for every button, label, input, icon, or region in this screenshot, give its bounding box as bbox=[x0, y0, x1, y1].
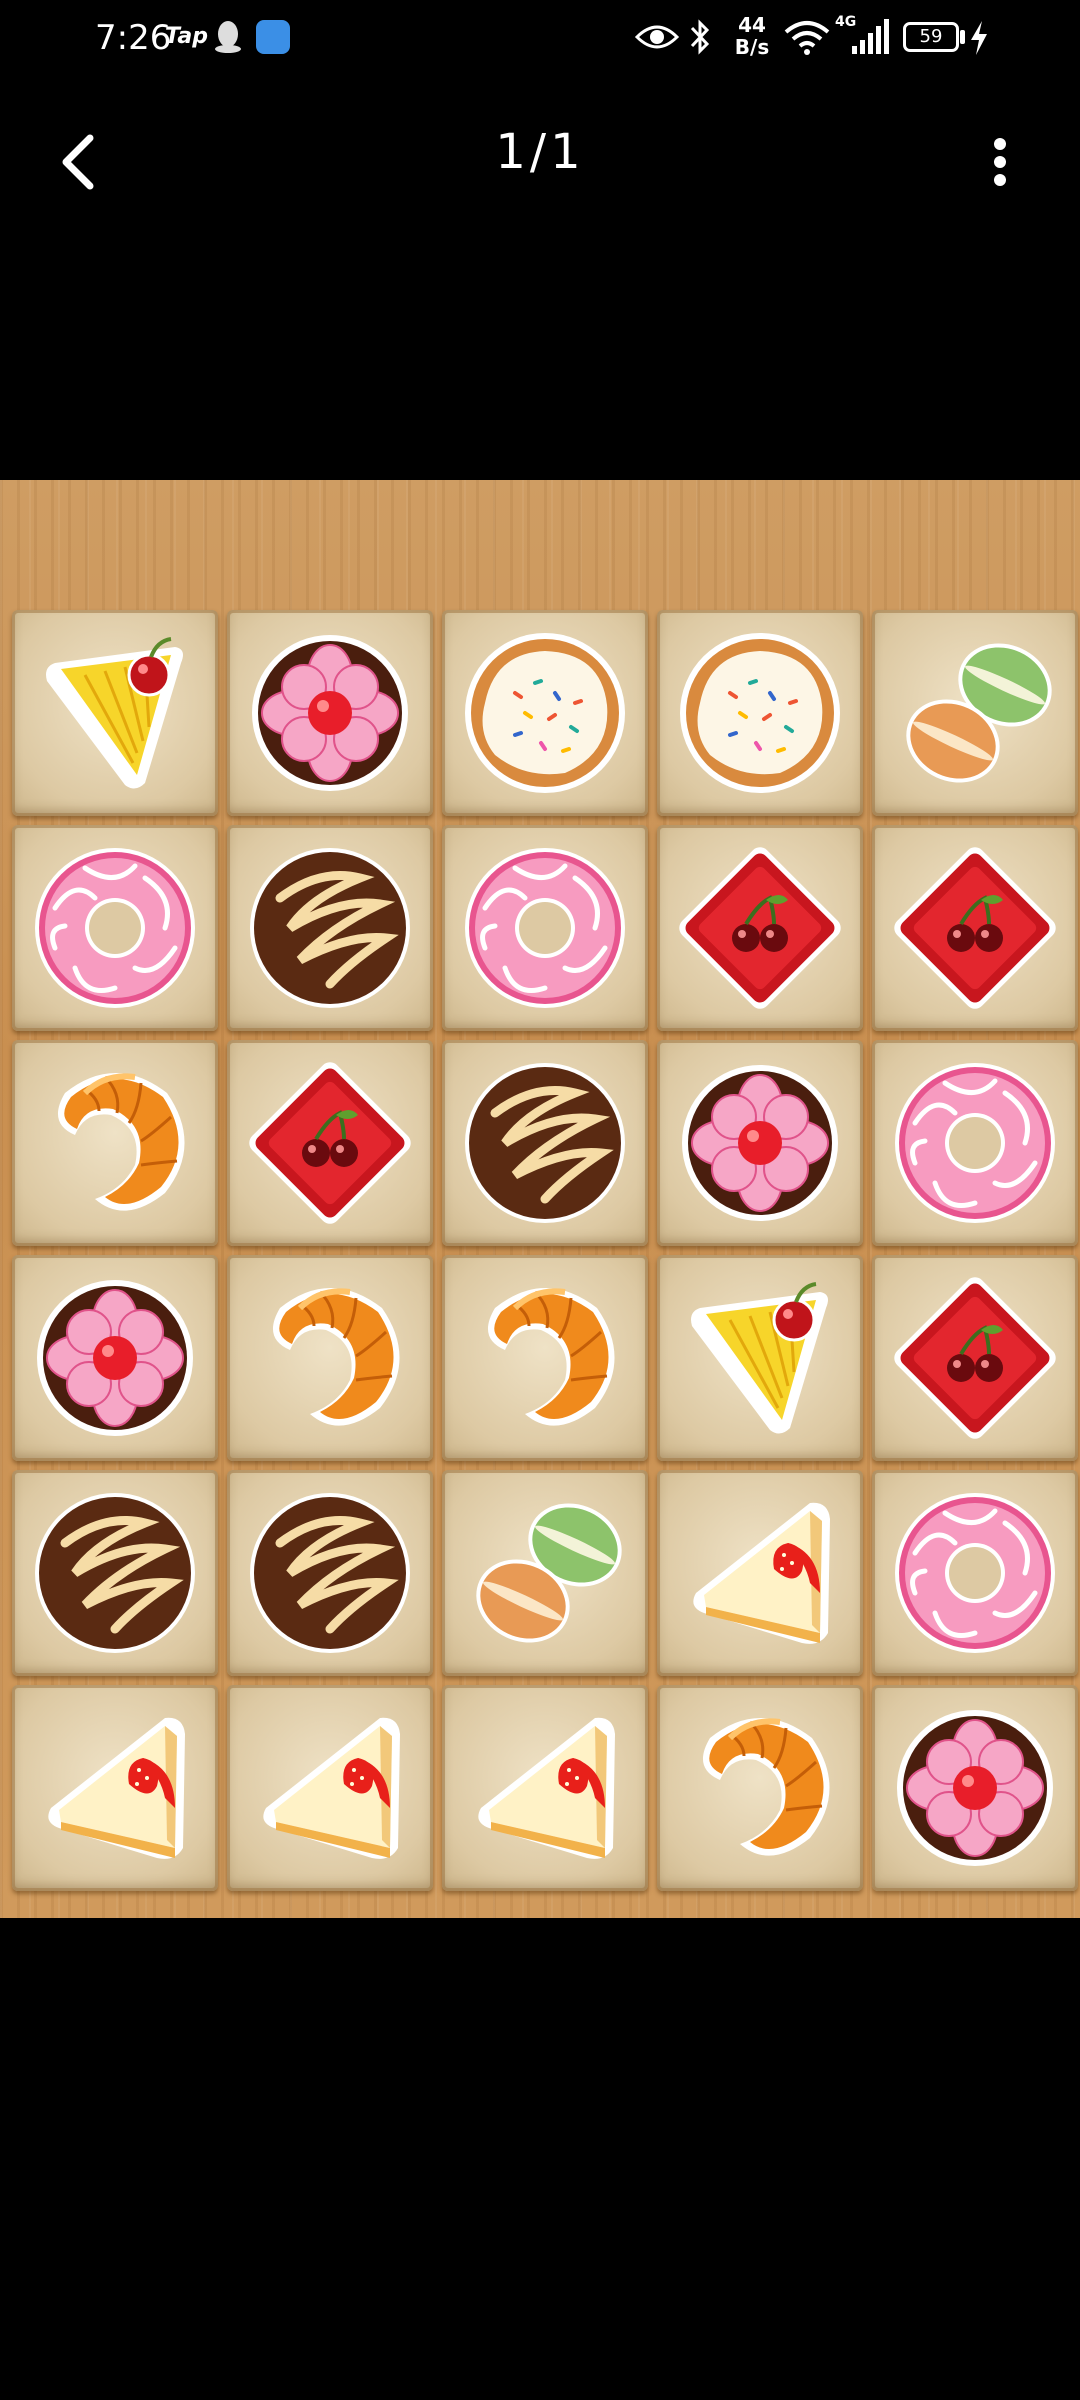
status-app-label: Tap bbox=[165, 24, 208, 49]
tile-macarons[interactable] bbox=[872, 610, 1078, 816]
strawberry-cheesecake-icon bbox=[263, 1717, 400, 1859]
macarons-icon bbox=[476, 1503, 622, 1643]
flower-tart-icon bbox=[37, 1280, 193, 1436]
page-counter: 1/1 bbox=[495, 124, 585, 180]
sprinkle-cookie-icon bbox=[465, 633, 625, 793]
macarons-icon bbox=[906, 643, 1052, 783]
tile-croissant[interactable] bbox=[442, 1255, 648, 1461]
tile-flower-tart[interactable] bbox=[872, 1685, 1078, 1891]
strawberry-cheesecake-icon bbox=[478, 1717, 615, 1859]
croissant-icon bbox=[57, 1073, 185, 1211]
tile-croissant[interactable] bbox=[657, 1685, 863, 1891]
croissant-icon bbox=[702, 1718, 830, 1856]
strawberry-cheesecake-icon bbox=[48, 1717, 186, 1859]
tile-pink-donut[interactable] bbox=[872, 1040, 1078, 1246]
tile-pink-donut[interactable] bbox=[442, 825, 648, 1031]
tile-croissant[interactable] bbox=[12, 1040, 218, 1246]
tile-macarons[interactable] bbox=[442, 1470, 648, 1676]
tile-cherry-jelly[interactable] bbox=[872, 825, 1078, 1031]
wifi-icon bbox=[784, 21, 830, 55]
chocolate-cookie-icon bbox=[465, 1063, 625, 1223]
croissant-icon bbox=[272, 1288, 400, 1426]
tile-chocolate-cookie[interactable] bbox=[227, 825, 433, 1031]
bluetooth-icon bbox=[690, 19, 710, 55]
qq-penguin-icon bbox=[215, 21, 241, 53]
tile-sprinkle-cookie[interactable] bbox=[442, 610, 648, 816]
status-bar: 7:26 Tap 44 B/s 4G 59 bbox=[0, 0, 1080, 80]
pineapple-cake-icon bbox=[46, 637, 183, 789]
flower-tart-icon bbox=[252, 635, 408, 791]
tile-strawberry-cheesecake[interactable] bbox=[657, 1470, 863, 1676]
network-speed-unit: B/s bbox=[734, 35, 770, 59]
tile-pineapple-cake[interactable] bbox=[12, 610, 218, 816]
pink-donut-icon bbox=[895, 1493, 1055, 1653]
tile-croissant[interactable] bbox=[227, 1255, 433, 1461]
tile-strawberry-cheesecake[interactable] bbox=[227, 1685, 433, 1891]
flower-tart-icon bbox=[897, 1710, 1053, 1866]
tile-flower-tart[interactable] bbox=[657, 1040, 863, 1246]
signal-icon bbox=[852, 19, 889, 54]
croissant-icon bbox=[487, 1288, 615, 1426]
status-time: 7:26 bbox=[95, 18, 172, 58]
battery-cap bbox=[960, 30, 965, 44]
tile-strawberry-cheesecake[interactable] bbox=[442, 1685, 648, 1891]
tile-chocolate-cookie[interactable] bbox=[442, 1040, 648, 1246]
tile-flower-tart[interactable] bbox=[12, 1255, 218, 1461]
sprinkle-cookie-icon bbox=[680, 633, 840, 793]
tile-chocolate-cookie[interactable] bbox=[12, 1470, 218, 1676]
eye-icon bbox=[635, 25, 679, 49]
tile-pink-donut[interactable] bbox=[12, 825, 218, 1031]
tile-sprinkle-cookie[interactable] bbox=[657, 610, 863, 816]
battery-indicator: 59 bbox=[903, 22, 959, 52]
strawberry-cheesecake-icon bbox=[693, 1502, 830, 1644]
pink-donut-icon bbox=[35, 848, 195, 1008]
pineapple-cake-icon bbox=[691, 1282, 828, 1434]
game-board bbox=[0, 480, 1080, 1918]
more-options-button[interactable] bbox=[980, 130, 1020, 194]
tile-pineapple-cake[interactable] bbox=[657, 1255, 863, 1461]
tile-flower-tart[interactable] bbox=[227, 610, 433, 816]
network-speed-value: 44 bbox=[738, 13, 766, 37]
cherry-jelly-icon bbox=[679, 847, 841, 1009]
cherry-jelly-icon bbox=[894, 847, 1056, 1009]
back-button[interactable] bbox=[50, 130, 110, 194]
pink-donut-icon bbox=[465, 848, 625, 1008]
tile-cherry-jelly[interactable] bbox=[872, 1255, 1078, 1461]
chocolate-cookie-icon bbox=[250, 1493, 410, 1653]
tile-pink-donut[interactable] bbox=[872, 1470, 1078, 1676]
browser-icon bbox=[256, 20, 290, 54]
tile-cherry-jelly[interactable] bbox=[227, 1040, 433, 1246]
network-speed: 44 B/s bbox=[730, 14, 774, 58]
cherry-jelly-icon bbox=[249, 1062, 411, 1224]
tile-chocolate-cookie[interactable] bbox=[227, 1470, 433, 1676]
pink-donut-icon bbox=[895, 1063, 1055, 1223]
chocolate-cookie-icon bbox=[35, 1493, 195, 1653]
flower-tart-icon bbox=[682, 1065, 838, 1221]
charging-bolt-icon bbox=[971, 21, 987, 55]
cherry-jelly-icon bbox=[894, 1277, 1056, 1439]
tile-cherry-jelly[interactable] bbox=[657, 825, 863, 1031]
chocolate-cookie-icon bbox=[250, 848, 410, 1008]
tile-strawberry-cheesecake[interactable] bbox=[12, 1685, 218, 1891]
